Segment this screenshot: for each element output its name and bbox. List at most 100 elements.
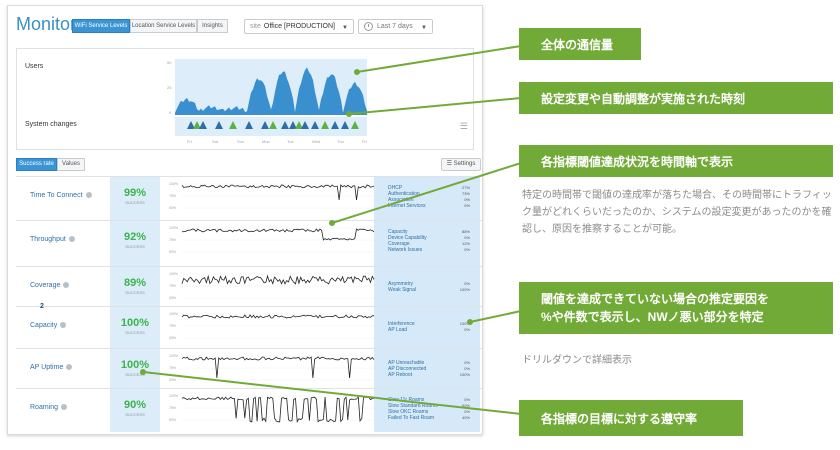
metric-rate-sub: SUCCESS <box>125 372 145 377</box>
y-tick: 100% <box>169 272 178 276</box>
info-icon[interactable] <box>68 236 75 243</box>
y-tick: 100% <box>169 312 178 316</box>
tab-success-rate[interactable]: Success rate <box>16 158 57 171</box>
metric-name-label: Throughput <box>30 236 66 243</box>
info-icon[interactable] <box>66 364 73 371</box>
metric-rate: 89% <box>123 277 147 289</box>
metric-rate: 100% <box>120 359 150 371</box>
y-tick: 100% <box>169 394 178 398</box>
system-changes-chart[interactable] <box>175 117 367 136</box>
info-icon[interactable] <box>61 404 68 411</box>
reason-label: Weak Signal <box>388 287 416 293</box>
system-changes-label: System changes <box>25 121 77 128</box>
tab-wifi-service-levels[interactable]: WiFi Service Levels <box>72 19 130 33</box>
chevron-down-icon: ▼ <box>342 25 348 31</box>
site-label: site <box>250 23 261 30</box>
users-traffic-svg <box>175 67 367 115</box>
note-drilldown: ドリルダウンで詳細表示 <box>522 355 632 366</box>
metric-name[interactable]: Throughput <box>30 236 75 243</box>
day-tick: Thu <box>337 139 344 144</box>
metric-row[interactable]: Capacity 100% SUCCESS 100% 75% 50% Interferenc… <box>16 306 482 346</box>
date-range-select[interactable]: Last 7 days ▼ <box>358 19 433 34</box>
metric-row[interactable]: Roaming 90% SUCCESS 100% 75% 50% Slow 11r Roam… <box>16 388 482 428</box>
reason-item[interactable]: Failed To Fast Roam 40% <box>388 415 482 421</box>
reason-pct: 88% <box>461 229 470 234</box>
day-tick: Fri <box>362 139 367 144</box>
reason-label: AP Load <box>388 327 408 333</box>
tab-location-service-levels[interactable]: Location Service Levels <box>130 19 197 33</box>
metric-rate: 92% <box>123 231 147 243</box>
settings-icon: ☰ <box>446 161 454 167</box>
metric-rate: 100% <box>120 317 150 329</box>
day-tick: Tue <box>287 139 294 144</box>
metric-timeline-chart[interactable]: 100% 75% 50% <box>168 180 376 214</box>
metric-name[interactable]: AP Uptime <box>30 364 73 371</box>
tab-insights[interactable]: Insights <box>197 19 228 33</box>
metric-name[interactable]: Capacity <box>30 322 67 329</box>
callout-threshold-timeline: 各指標閾値達成状況を時間軸で表示 <box>519 145 833 177</box>
change-marker <box>215 121 223 129</box>
date-range-value: Last 7 days <box>377 23 413 30</box>
metric-timeline-chart[interactable]: 100% 75% 50% <box>168 392 376 426</box>
system-changes-svg <box>187 121 359 129</box>
metric-name-label: Capacity <box>30 322 58 329</box>
reason-pct: 0% <box>464 327 470 332</box>
y-tick: 50% <box>169 336 176 340</box>
reason-item[interactable]: Network Issues 0% <box>388 247 482 253</box>
change-marker <box>321 121 329 129</box>
metric-name[interactable]: Coverage <box>30 282 70 289</box>
y-tick: 100% <box>169 182 178 186</box>
metric-rate-sub: SUCCESS <box>125 244 145 249</box>
y-tick: 75% <box>169 366 176 370</box>
clock-icon <box>364 22 373 31</box>
tab-values[interactable]: Values <box>57 158 85 171</box>
metric-row[interactable]: Throughput 92% SUCCESS 100% 75% 50% Capacity 88… <box>16 220 482 260</box>
metric-row[interactable]: Coverage 89% SUCCESS 100% 75% 50% Asymmetry 0% W… <box>16 266 482 306</box>
info-icon[interactable] <box>60 322 67 329</box>
reason-item[interactable]: AP Load 0% <box>388 327 482 333</box>
metric-row[interactable]: AP Uptime 100% SUCCESS 100% 75% 50% AP Unreach… <box>16 348 482 388</box>
metric-row[interactable]: Time To Connect 99% SUCCESS 100% 75% 50% DHCP 2… <box>16 176 482 216</box>
day-tick: Sat <box>212 139 219 144</box>
change-marker <box>229 121 237 129</box>
metric-line <box>181 228 375 241</box>
chevron-down-icon: ▼ <box>421 25 427 31</box>
change-marker <box>199 121 207 129</box>
reason-pct: 0% <box>464 247 470 252</box>
y-tick: 50% <box>169 296 176 300</box>
y-tick: 75% <box>169 324 176 328</box>
filter-icon[interactable]: ☰ <box>460 121 468 132</box>
metric-timeline-chart[interactable]: 100% 75% 50% <box>168 224 376 258</box>
metric-name[interactable]: Time To Connect <box>30 192 92 199</box>
metric-timeline-chart[interactable]: 100% 75% 50% <box>168 310 376 344</box>
reason-pct: 40% <box>461 415 470 420</box>
metric-timeline-chart[interactable]: 100% 75% 50% <box>168 352 376 386</box>
reason-pct: 0% <box>464 197 470 202</box>
reason-item[interactable]: Internet Services 0% <box>388 203 482 209</box>
reason-pct: 0% <box>464 360 470 365</box>
site-select[interactable]: site Office [PRODUCTION] ▼ <box>244 19 354 34</box>
metric-rate: 90% <box>123 399 147 411</box>
reason-item[interactable]: AP Reboot 100% <box>388 372 482 378</box>
metric-line <box>181 184 375 201</box>
reason-pct: 0% <box>464 409 470 414</box>
metric-name-label: AP Uptime <box>30 364 64 371</box>
metric-line <box>181 396 375 424</box>
reason-item[interactable]: Weak Signal 100% <box>388 287 482 293</box>
y-tick: 50% <box>169 206 176 210</box>
change-marker <box>281 121 289 129</box>
metric-rate-sub: SUCCESS <box>125 200 145 205</box>
info-icon[interactable] <box>63 282 70 289</box>
reason-pct: 60% <box>461 403 470 408</box>
reason-pct: 12% <box>461 241 470 246</box>
info-icon[interactable] <box>85 192 92 199</box>
settings-button[interactable]: ☰ Settings <box>441 158 481 171</box>
users-chart[interactable] <box>175 59 367 115</box>
metric-timeline-chart[interactable]: 100% 75% 50% <box>168 270 376 304</box>
day-tick: Wed <box>312 139 321 144</box>
users-label: Users <box>25 63 44 70</box>
reason-label: Network Issues <box>388 247 423 253</box>
callout-line: 閾値を達成できていない場合の推定要因を <box>541 292 770 306</box>
reason-pct: 0% <box>464 235 470 240</box>
metric-name[interactable]: Roaming <box>30 404 68 411</box>
